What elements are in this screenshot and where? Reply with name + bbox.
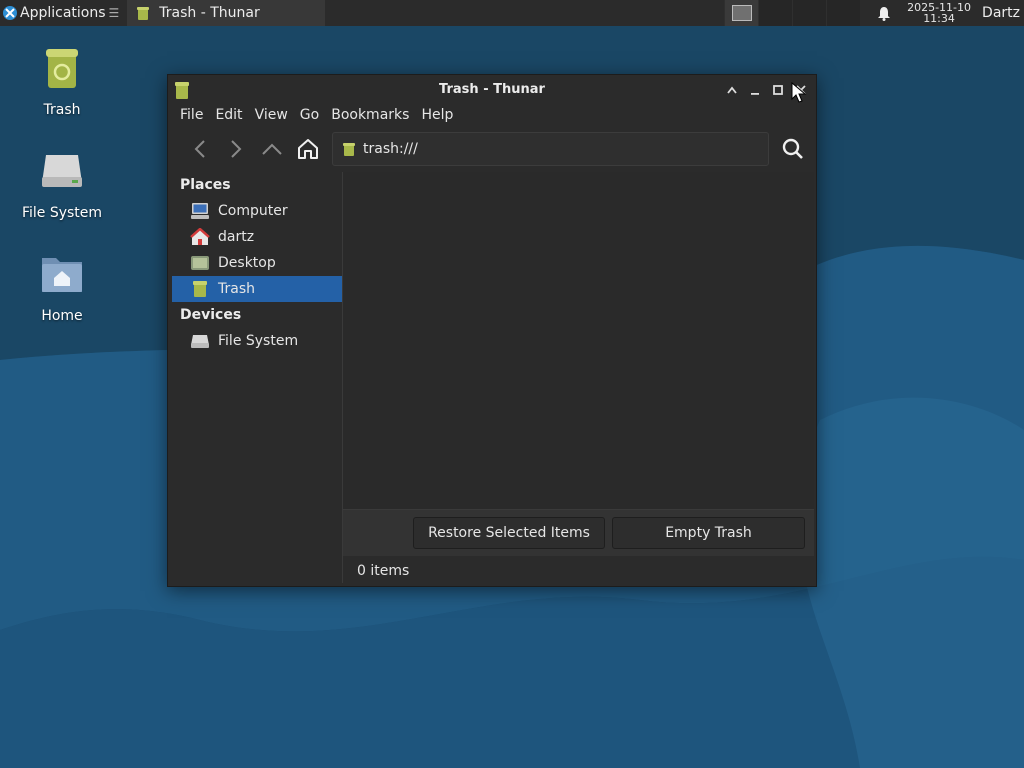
sidebar-item-trash[interactable]: Trash [172, 276, 342, 302]
workspace-switcher[interactable] [724, 0, 861, 26]
bell-icon [878, 6, 891, 21]
desktop-icon-label: Home [41, 308, 83, 324]
sidebar-item-desktop[interactable]: Desktop [172, 250, 342, 276]
sidebar-item-label: Computer [218, 203, 288, 219]
chevron-left-icon [194, 140, 205, 158]
applications-label: Applications [20, 5, 106, 21]
computer-icon [190, 202, 210, 220]
file-view[interactable] [343, 172, 814, 510]
parent-folder-button[interactable] [254, 132, 290, 166]
maximize-icon [772, 84, 783, 95]
maximize-button[interactable] [768, 81, 787, 98]
main-pane: Restore Selected Items Empty Trash 0 ite… [343, 172, 814, 583]
mouse-cursor-icon [791, 82, 807, 103]
home-button[interactable] [290, 132, 326, 166]
menu-go[interactable]: Go [294, 107, 325, 123]
trash-icon [137, 7, 150, 20]
side-pane: Places Computer dartz Desktop Trash Devi… [172, 172, 343, 583]
trash-action-bar: Restore Selected Items Empty Trash [343, 510, 814, 556]
taskbar-label: Trash - Thunar [159, 5, 260, 21]
location-bar[interactable]: trash:/// [332, 132, 769, 166]
menu-help[interactable]: Help [415, 107, 459, 123]
sidebar-item-computer[interactable]: Computer [172, 198, 342, 224]
drive-icon [42, 155, 82, 187]
window-content: Places Computer dartz Desktop Trash Devi… [172, 172, 814, 583]
devices-header: Devices [180, 307, 242, 323]
chevron-up-icon [262, 143, 282, 155]
menu-view[interactable]: View [249, 107, 294, 123]
sidebar-item-label: dartz [218, 229, 255, 245]
panel-clock[interactable]: 2025-11-10 11:34 [904, 2, 974, 24]
desktop-icon-home[interactable]: Home [12, 250, 112, 324]
thunar-window: Trash - Thunar File Edit View Go Bookmar… [167, 74, 817, 587]
restore-selected-button[interactable]: Restore Selected Items [413, 517, 605, 549]
workspace-4[interactable] [826, 0, 861, 26]
applications-menu[interactable]: Applications ☰ [0, 0, 123, 26]
workspace-2[interactable] [758, 0, 793, 26]
chevron-up-icon [726, 86, 737, 94]
sidebar-item-label: File System [218, 333, 299, 349]
xfce-logo-icon [3, 6, 17, 20]
search-button[interactable] [775, 132, 811, 166]
menu-file[interactable]: File [174, 107, 209, 123]
notification-bell-icon[interactable] [870, 0, 898, 26]
desktop-icon [190, 254, 210, 272]
trash-icon [175, 82, 189, 99]
home-icon [298, 139, 318, 159]
minimize-icon [750, 92, 759, 95]
desktop-icon-label: File System [21, 205, 103, 221]
sidebar-item-label: Desktop [218, 255, 276, 271]
status-bar: 0 items [343, 558, 814, 583]
menu-edit[interactable]: Edit [209, 107, 248, 123]
user-menu[interactable]: Dartz [974, 5, 1024, 21]
trash-icon [46, 49, 78, 88]
title-bar[interactable]: Trash - Thunar [168, 75, 816, 103]
sidebar-item-label: Trash [218, 281, 255, 297]
desktop-icon-trash[interactable]: Trash [12, 44, 112, 118]
top-panel: Applications ☰ Trash - Thunar 2025-11-10… [0, 0, 1024, 26]
workspace-preview [731, 5, 752, 21]
menu-bookmarks[interactable]: Bookmarks [325, 107, 415, 123]
home-icon [190, 228, 210, 246]
workspace-1[interactable] [724, 0, 759, 26]
search-icon [782, 138, 803, 159]
sidebar-item-dartz[interactable]: dartz [172, 224, 342, 250]
desktop-icon-label: Trash [43, 102, 81, 118]
taskbar-button-thunar[interactable]: Trash - Thunar [127, 0, 326, 26]
shade-button[interactable] [722, 81, 741, 98]
drive-icon [190, 332, 210, 350]
sidebar-item-file-system[interactable]: File System [172, 328, 342, 354]
clock-time: 11:34 [923, 12, 955, 25]
back-button[interactable] [182, 132, 218, 166]
trash-icon [190, 280, 210, 298]
desktop-icon-file-system[interactable]: File System [12, 147, 112, 221]
status-text: 0 items [357, 562, 410, 579]
menu-separator-icon: ☰ [108, 6, 120, 20]
minimize-button[interactable] [745, 81, 764, 98]
workspace-3[interactable] [792, 0, 827, 26]
menu-bar: File Edit View Go Bookmarks Help [168, 103, 816, 127]
trash-icon [343, 143, 355, 156]
forward-button[interactable] [218, 132, 254, 166]
location-path: trash:/// [363, 141, 418, 157]
empty-trash-button[interactable]: Empty Trash [612, 517, 805, 549]
window-title: Trash - Thunar [439, 81, 545, 97]
chevron-right-icon [231, 140, 242, 158]
toolbar: trash:/// [168, 127, 816, 171]
home-folder-icon [42, 258, 82, 292]
places-header: Places [180, 177, 231, 193]
